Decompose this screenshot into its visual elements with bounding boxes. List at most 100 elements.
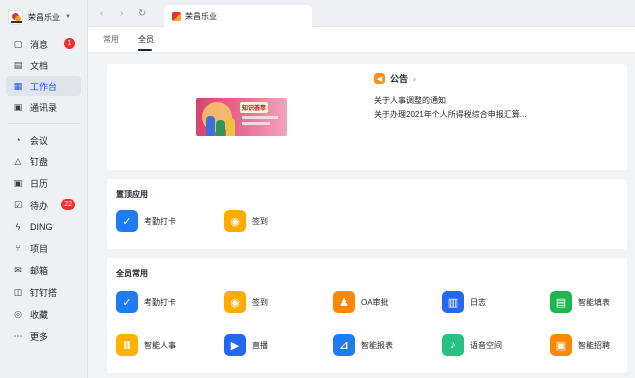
- more-icon: ⋯: [13, 330, 23, 341]
- app-smart-hr[interactable]: Ⅱ 智能人事: [116, 334, 176, 356]
- subtab-bar: 常用 全员: [88, 27, 635, 53]
- sidebar-item-favorites[interactable]: ◎ 收藏: [6, 304, 81, 324]
- sidebar-item-label: 收藏: [30, 309, 49, 320]
- sidebar-item-label: 项目: [30, 243, 49, 254]
- app-attendance[interactable]: ✓ 考勤打卡: [116, 210, 176, 232]
- app-label: 签到: [252, 216, 268, 226]
- app-label: 智能报表: [361, 340, 393, 350]
- app-label: OA审批: [361, 297, 389, 307]
- app-attendance[interactable]: ✓ 考勤打卡: [116, 291, 176, 313]
- sidebar-item-label: 消息: [30, 39, 49, 50]
- app-smart-recruit[interactable]: ▣ 智能招聘: [550, 334, 610, 356]
- app-checkin[interactable]: ◉ 签到: [224, 210, 268, 232]
- announcement-item[interactable]: 关于办理2021年个人所得税综合申报汇算...: [374, 109, 526, 120]
- report-icon: ⊿: [333, 334, 355, 356]
- app-label: 直播: [252, 340, 268, 350]
- project-icon: ⑂: [15, 242, 21, 253]
- workbench-main: 常用 全员 知识荟萃 ◀ 公告 › 关于人事调整的通知 关于办理2021年个人所…: [88, 27, 635, 378]
- chevron-right-icon: ›: [413, 73, 417, 84]
- sidebar-divider: [8, 123, 80, 124]
- attendance-icon: ✓: [116, 291, 138, 313]
- org-name: 荣昌乐业: [28, 12, 60, 22]
- sidebar-item-label: 待办: [30, 200, 49, 211]
- recruit-icon: ▣: [550, 334, 572, 356]
- approval-icon: ♟: [333, 291, 355, 313]
- log-icon: ▥: [442, 291, 464, 313]
- app-label: 智能填表: [578, 297, 610, 307]
- sidebar-item-builder[interactable]: ◫ 钉钉搭: [6, 282, 81, 302]
- app-log[interactable]: ▥ 日志: [442, 291, 486, 313]
- all-staff-apps-card: 全员常用 ✓ 考勤打卡 ◉ 签到 ♟ OA审批 ▥ 日志 ▤ 智能填表 Ⅱ 智能…: [107, 258, 627, 373]
- sidebar-item-label: 会议: [30, 135, 49, 146]
- meeting-icon: ◔: [15, 134, 21, 145]
- sidebar-item-label: DING: [30, 222, 53, 232]
- org-logo-icon: [8, 9, 23, 25]
- org-logo-icon: [172, 11, 181, 21]
- sidebar-item-label: 文档: [30, 60, 49, 71]
- app-label: 智能招聘: [578, 340, 610, 350]
- app-live[interactable]: ▶ 直播: [224, 334, 268, 356]
- megaphone-icon: ◀: [374, 73, 385, 84]
- sidebar-item-label: 邮箱: [30, 265, 49, 276]
- tab-workbench[interactable]: 荣昌乐业: [164, 5, 312, 27]
- app-smart-form[interactable]: ▤ 智能填表: [550, 291, 610, 313]
- sidebar-item-ding[interactable]: ϟ DING: [6, 217, 81, 237]
- sidebar-item-todo[interactable]: ☑ 待办 22: [6, 195, 81, 215]
- sidebar-item-label: 日历: [30, 178, 49, 189]
- sidebar-item-messages[interactable]: ▢ 消息 1: [6, 34, 81, 54]
- sidebar-item-docs[interactable]: ▤ 文档: [6, 55, 81, 75]
- app-voice-space[interactable]: ♪ 语音空间: [442, 334, 502, 356]
- favorite-icon: ◎: [14, 308, 22, 319]
- sidebar-item-more[interactable]: ⋯ 更多: [6, 326, 81, 346]
- workbench-icon: ▦: [13, 80, 23, 91]
- announcement-item[interactable]: 关于人事调整的通知: [374, 95, 446, 106]
- doc-icon: ▤: [13, 59, 23, 70]
- checkin-icon: ◉: [224, 291, 246, 313]
- subtab-all-staff[interactable]: 全员: [138, 34, 154, 45]
- ding-icon: ϟ: [15, 221, 21, 232]
- app-label: 考勤打卡: [144, 216, 176, 226]
- attendance-icon: ✓: [116, 210, 138, 232]
- app-label: 语音空间: [470, 340, 502, 350]
- todo-badge: 22: [61, 199, 75, 210]
- sidebar-item-meeting[interactable]: ◔ 会议: [6, 130, 81, 150]
- checkin-icon: ◉: [224, 210, 246, 232]
- drive-icon: △: [14, 155, 22, 166]
- subtab-frequent[interactable]: 常用: [103, 34, 119, 45]
- sidebar-item-contacts[interactable]: ▣ 通讯录: [6, 97, 81, 117]
- banner-title: 知识荟萃: [240, 102, 269, 113]
- section-title: 置顶应用: [116, 190, 148, 199]
- app-smart-report[interactable]: ⊿ 智能报表: [333, 334, 393, 356]
- app-checkin[interactable]: ◉ 签到: [224, 291, 268, 313]
- sidebar-item-project[interactable]: ⑂ 项目: [6, 238, 81, 258]
- sidebar-item-label: 钉钉搭: [30, 287, 58, 298]
- back-icon[interactable]: ‹: [100, 8, 103, 19]
- sidebar-item-label: 钉盘: [30, 156, 49, 167]
- app-label: 智能人事: [144, 340, 176, 350]
- subtab-indicator: [138, 49, 152, 51]
- forward-icon[interactable]: ›: [120, 8, 123, 19]
- voice-space-icon: ♪: [442, 334, 464, 356]
- refresh-icon[interactable]: ↻: [138, 8, 146, 19]
- sidebar-item-mail[interactable]: ✉ 邮箱: [6, 260, 81, 280]
- sidebar-item-calendar[interactable]: ▣ 日历: [6, 173, 81, 193]
- sidebar-item-workbench[interactable]: ▦ 工作台: [6, 76, 81, 96]
- announcement-header[interactable]: ◀ 公告 ›: [374, 72, 416, 85]
- window-topbar: ‹ › ↻ 荣昌乐业: [88, 0, 635, 27]
- contacts-icon: ▣: [13, 101, 23, 112]
- unread-badge: 1: [64, 38, 75, 49]
- chevron-down-icon: ▼: [65, 14, 71, 20]
- sidebar-item-label: 工作台: [30, 81, 58, 92]
- pinned-apps-card: 置顶应用 ✓ 考勤打卡 ◉ 签到: [107, 179, 627, 249]
- sidebar-item-drive[interactable]: △ 钉盘: [6, 151, 81, 171]
- app-label: 签到: [252, 297, 268, 307]
- hr-icon: Ⅱ: [116, 334, 138, 356]
- sidebar-item-label: 通讯录: [30, 102, 58, 113]
- calendar-icon: ▣: [13, 177, 23, 188]
- org-switcher[interactable]: 荣昌乐业 ▼: [8, 8, 71, 26]
- mail-icon: ✉: [14, 264, 22, 275]
- announcement-banner[interactable]: 知识荟萃: [196, 98, 287, 136]
- section-title: 全员常用: [116, 269, 148, 278]
- builder-icon: ◫: [13, 286, 23, 297]
- app-oa-approval[interactable]: ♟ OA审批: [333, 291, 389, 313]
